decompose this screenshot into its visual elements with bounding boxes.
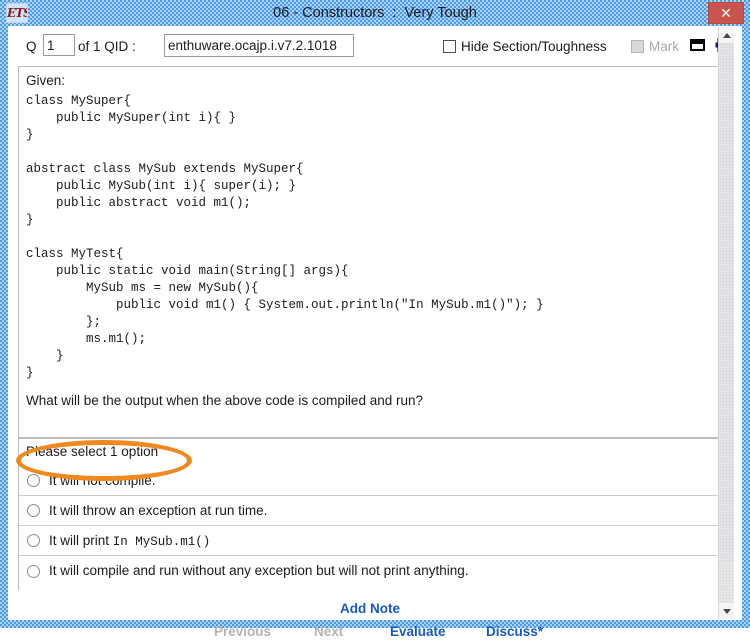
client-area: Q of 1 QID : Hide Section/Toughness Mark (8, 26, 742, 639)
discuss-link[interactable]: Discuss* (486, 624, 543, 639)
checkbox-box-icon (631, 39, 644, 53)
radio-button-icon[interactable] (27, 504, 40, 517)
given-label: Given: (26, 73, 66, 88)
answer-option-4[interactable]: It will compile and run without any exce… (19, 556, 722, 586)
qid-input[interactable] (164, 34, 354, 57)
question-panel: Given: class MySuper{ public MySuper(int… (18, 66, 723, 438)
answer-option-label: It will not compile. (49, 472, 156, 488)
code-snippet: class MySuper{ public MySuper(int i){ } … (26, 94, 544, 380)
window-title: 06 - Constructors : Very Tough (273, 5, 477, 21)
restore-window-icon[interactable] (690, 39, 705, 51)
mark-label: Mark (649, 38, 679, 54)
question-toolbar: Q of 1 QID : Hide Section/Toughness Mark (18, 31, 729, 63)
answer-option-label: It will throw an exception at run time. (49, 502, 268, 518)
radio-button-icon[interactable] (27, 474, 40, 487)
question-prompt: What will be the output when the above c… (26, 393, 423, 408)
hide-section-toughness-checkbox[interactable]: Hide Section/Toughness (443, 35, 607, 57)
radio-button-icon[interactable] (27, 564, 40, 578)
answer-option-3[interactable]: It will print In MySub.m1() (19, 526, 722, 556)
question-number-input[interactable] (43, 34, 75, 56)
scrollbar-thumb[interactable] (719, 43, 734, 563)
chevron-down-icon (722, 608, 731, 614)
application-window: ETS 06 - Constructors : Very Tough ✕ Q o… (0, 0, 750, 639)
select-instruction: Please select 1 option (26, 444, 159, 459)
footer-actions: Add Note Previous Next Evaluate Discuss* (18, 592, 723, 642)
scroll-up-icon[interactable] (719, 27, 734, 43)
answer-option-2[interactable]: It will throw an exception at run time. (19, 496, 722, 526)
title-bar: ETS 06 - Constructors : Very Tough ✕ (0, 0, 750, 26)
answer-option-label: It will print In MySub.m1() (49, 532, 211, 549)
add-note-link[interactable]: Add Note (340, 601, 400, 616)
answer-options-list: It will not compile. It will throw an ex… (19, 466, 722, 586)
question-count-label: of 1 QID : (78, 39, 136, 54)
evaluate-link[interactable]: Evaluate (390, 624, 446, 639)
vertical-scrollbar[interactable] (718, 27, 734, 619)
answer-options-panel: Please select 1 option It will not compi… (18, 438, 723, 590)
checkbox-box-icon (443, 39, 456, 53)
chevron-up-icon (722, 32, 731, 38)
previous-link: Previous (214, 624, 272, 639)
mark-checkbox: Mark (631, 35, 679, 57)
question-number-label: Q (26, 39, 37, 54)
scroll-down-icon[interactable] (719, 603, 734, 619)
next-link: Next (314, 624, 344, 639)
radio-button-icon[interactable] (27, 534, 40, 547)
close-icon[interactable]: ✕ (708, 2, 744, 24)
hide-section-toughness-label: Hide Section/Toughness (461, 38, 607, 54)
answer-option-1[interactable]: It will not compile. (19, 466, 722, 496)
answer-option-label: It will compile and run without any exce… (49, 563, 469, 578)
